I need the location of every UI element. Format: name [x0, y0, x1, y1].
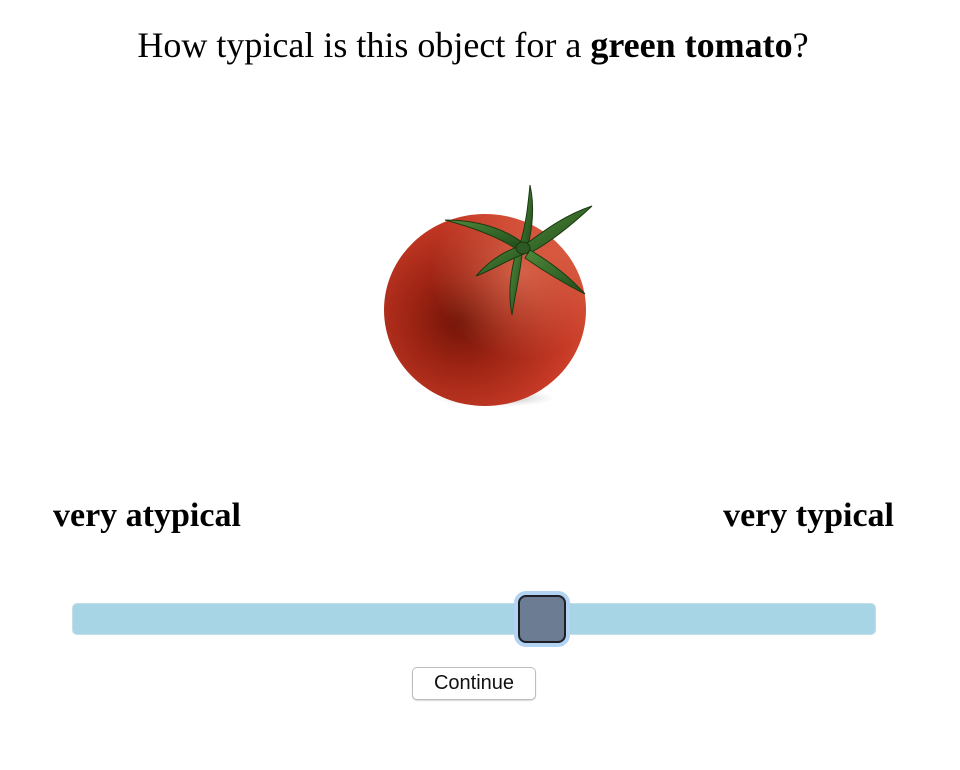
- typicality-slider[interactable]: [72, 595, 876, 643]
- question-prefix: How typical is this object for a: [137, 25, 591, 65]
- question-suffix: ?: [792, 25, 809, 65]
- continue-button[interactable]: Continue: [412, 667, 536, 700]
- slider-handle[interactable]: [518, 595, 567, 643]
- question-target: green tomato: [590, 25, 793, 65]
- scale-right-label: very typical: [723, 497, 894, 534]
- scale-left-label: very atypical: [53, 497, 241, 534]
- slider-track[interactable]: [72, 603, 876, 635]
- tomato-image: [370, 180, 600, 420]
- question-text: How typical is this object for a green t…: [0, 20, 946, 70]
